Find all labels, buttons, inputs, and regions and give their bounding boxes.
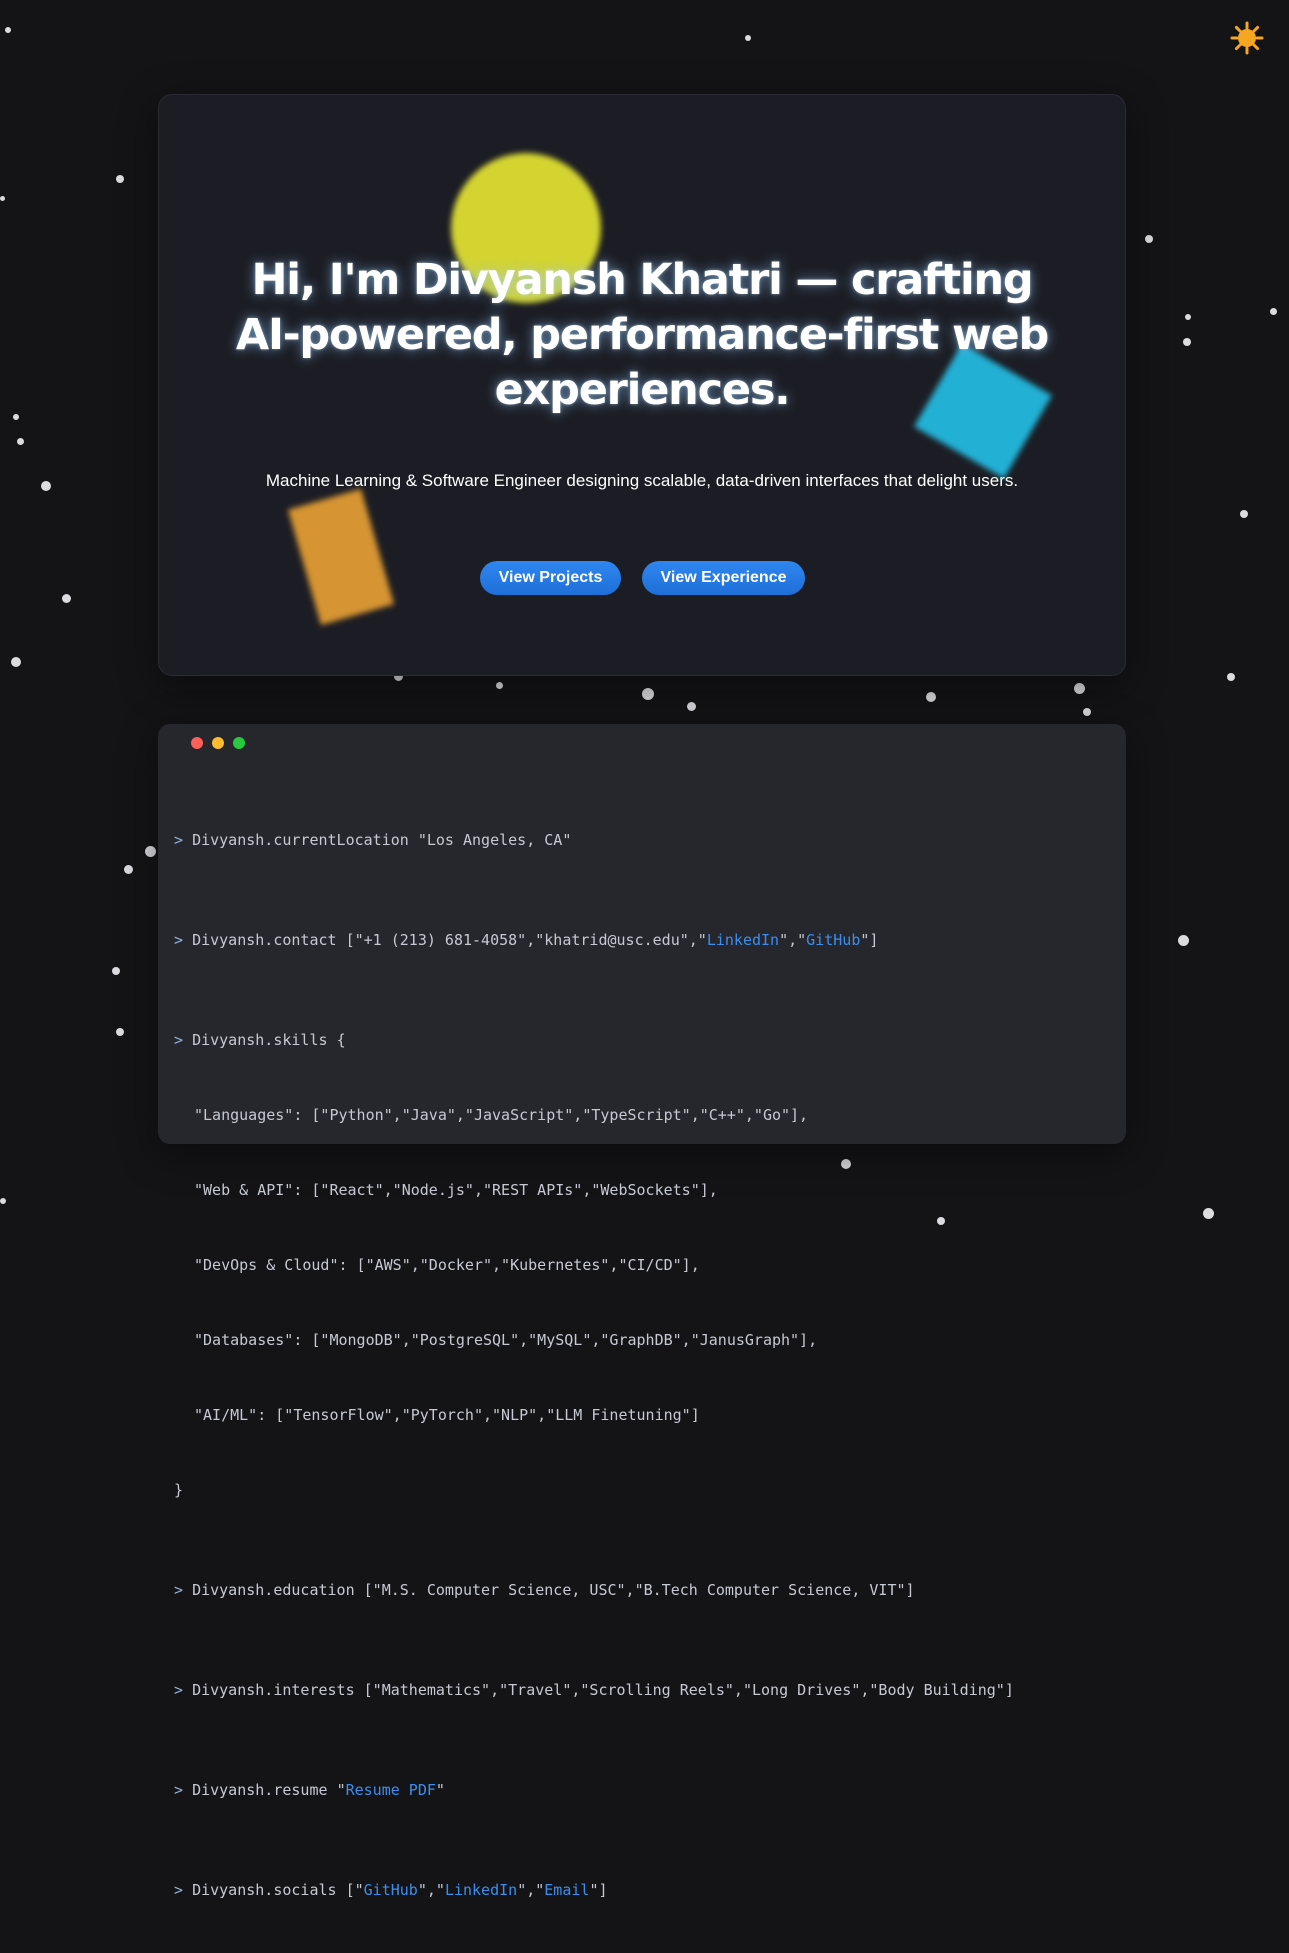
education-value: ["M.S. Computer Science, USC","B.Tech Co… bbox=[363, 1581, 915, 1599]
star bbox=[11, 657, 21, 667]
star bbox=[0, 196, 5, 201]
star bbox=[1240, 510, 1248, 518]
prompt-symbol: > bbox=[174, 1681, 184, 1699]
star bbox=[687, 702, 696, 711]
socials-linkedin-link[interactable]: LinkedIn bbox=[445, 1881, 517, 1899]
location-key: Divyansh.currentLocation bbox=[192, 831, 409, 849]
skills-row-ai-ml: "AI/ML": ["TensorFlow","PyTorch","NLP","… bbox=[194, 1406, 700, 1424]
prompt-symbol: > bbox=[174, 1581, 184, 1599]
star bbox=[13, 414, 19, 420]
skills-key: Divyansh.skills bbox=[192, 1031, 328, 1049]
star bbox=[1178, 935, 1189, 946]
skills-row-web-api: "Web & API": ["React","Node.js","REST AP… bbox=[194, 1181, 718, 1199]
socials-email-link[interactable]: Email bbox=[544, 1881, 589, 1899]
view-experience-button[interactable]: View Experience bbox=[642, 561, 805, 595]
resume-open-quote: " bbox=[336, 1781, 346, 1799]
terminal-line-resume: > Divyansh.resume "Resume PDF" bbox=[174, 1778, 1116, 1803]
prompt-symbol: > bbox=[174, 1031, 184, 1049]
star bbox=[124, 865, 133, 874]
terminal-line-education: > Divyansh.education ["M.S. Computer Sci… bbox=[174, 1578, 1116, 1603]
contact-separator: "," bbox=[779, 931, 807, 949]
star bbox=[112, 967, 120, 975]
window-minimize-dot bbox=[212, 737, 224, 749]
hero-card: Hi, I'm Divyansh Khatri — crafting AI-po… bbox=[158, 94, 1126, 676]
star bbox=[5, 27, 11, 33]
star bbox=[1270, 308, 1277, 315]
interests-key: Divyansh.interests bbox=[192, 1681, 355, 1699]
star bbox=[642, 688, 654, 700]
star bbox=[1074, 683, 1085, 694]
star bbox=[145, 846, 156, 857]
skills-open-brace: { bbox=[336, 1031, 346, 1049]
star bbox=[116, 175, 124, 183]
star bbox=[496, 682, 503, 689]
contact-values: ["+1 (213) 681-4058","khatrid@usc.edu"," bbox=[345, 931, 707, 949]
star bbox=[41, 481, 51, 491]
decorative-orange-rectangle bbox=[287, 488, 395, 626]
window-close-dot bbox=[191, 737, 203, 749]
hero-title: Hi, I'm Divyansh Khatri — crafting AI-po… bbox=[235, 255, 1049, 415]
star bbox=[0, 1198, 6, 1204]
contact-close: "] bbox=[860, 931, 879, 949]
terminal-output: > Divyansh.currentLocation "Los Angeles,… bbox=[174, 778, 1116, 1953]
contact-github-link[interactable]: GitHub bbox=[806, 931, 860, 949]
hero-subtitle: Machine Learning & Software Engineer des… bbox=[265, 471, 1019, 490]
resume-key: Divyansh.resume bbox=[192, 1781, 328, 1799]
prompt-symbol: > bbox=[174, 831, 184, 849]
star bbox=[17, 438, 24, 445]
star bbox=[1203, 1208, 1214, 1219]
resume-pdf-link[interactable]: Resume PDF bbox=[346, 1781, 436, 1799]
skills-row-devops: "DevOps & Cloud": ["AWS","Docker","Kuber… bbox=[194, 1256, 700, 1274]
socials-github-link[interactable]: GitHub bbox=[364, 1881, 418, 1899]
star bbox=[1227, 673, 1235, 681]
sun-icon bbox=[1230, 21, 1264, 55]
socials-key: Divyansh.socials bbox=[192, 1881, 337, 1899]
view-projects-button[interactable]: View Projects bbox=[480, 561, 621, 595]
socials-separator: "," bbox=[517, 1881, 545, 1899]
socials-close: "] bbox=[589, 1881, 608, 1899]
prompt-symbol: > bbox=[174, 1781, 184, 1799]
terminal-line-location: > Divyansh.currentLocation "Los Angeles,… bbox=[174, 828, 1116, 853]
terminal-line-socials: > Divyansh.socials ["GitHub","LinkedIn",… bbox=[174, 1878, 1116, 1903]
skills-row-languages: "Languages": ["Python","Java","JavaScrip… bbox=[194, 1106, 809, 1124]
resume-close-quote: " bbox=[435, 1781, 445, 1799]
terminal-line-contact: > Divyansh.contact ["+1 (213) 681-4058",… bbox=[174, 928, 1116, 953]
theme-toggle-button[interactable] bbox=[1229, 20, 1265, 56]
star bbox=[926, 692, 936, 702]
socials-separator: "," bbox=[417, 1881, 445, 1899]
contact-key: Divyansh.contact bbox=[192, 931, 337, 949]
contact-linkedin-link[interactable]: LinkedIn bbox=[707, 931, 779, 949]
location-value: "Los Angeles, CA" bbox=[417, 831, 572, 849]
prompt-symbol: > bbox=[174, 931, 184, 949]
skills-close-brace: } bbox=[174, 1481, 184, 1499]
terminal-window: > Divyansh.currentLocation "Los Angeles,… bbox=[158, 724, 1126, 1899]
star bbox=[1145, 235, 1153, 243]
socials-open: [" bbox=[345, 1881, 364, 1899]
star bbox=[1083, 708, 1091, 716]
star bbox=[1183, 338, 1191, 346]
star bbox=[1185, 314, 1191, 320]
star bbox=[745, 35, 751, 41]
star bbox=[116, 1028, 124, 1036]
prompt-symbol: > bbox=[174, 1881, 184, 1899]
window-maximize-dot bbox=[233, 737, 245, 749]
terminal-line-interests: > Divyansh.interests ["Mathematics","Tra… bbox=[174, 1678, 1116, 1703]
terminal-line-skills: > Divyansh.skills { bbox=[174, 1028, 1116, 1053]
education-key: Divyansh.education bbox=[192, 1581, 355, 1599]
skills-row-databases: "Databases": ["MongoDB","PostgreSQL","My… bbox=[194, 1331, 818, 1349]
star bbox=[62, 594, 71, 603]
interests-value: ["Mathematics","Travel","Scrolling Reels… bbox=[363, 1681, 1014, 1699]
